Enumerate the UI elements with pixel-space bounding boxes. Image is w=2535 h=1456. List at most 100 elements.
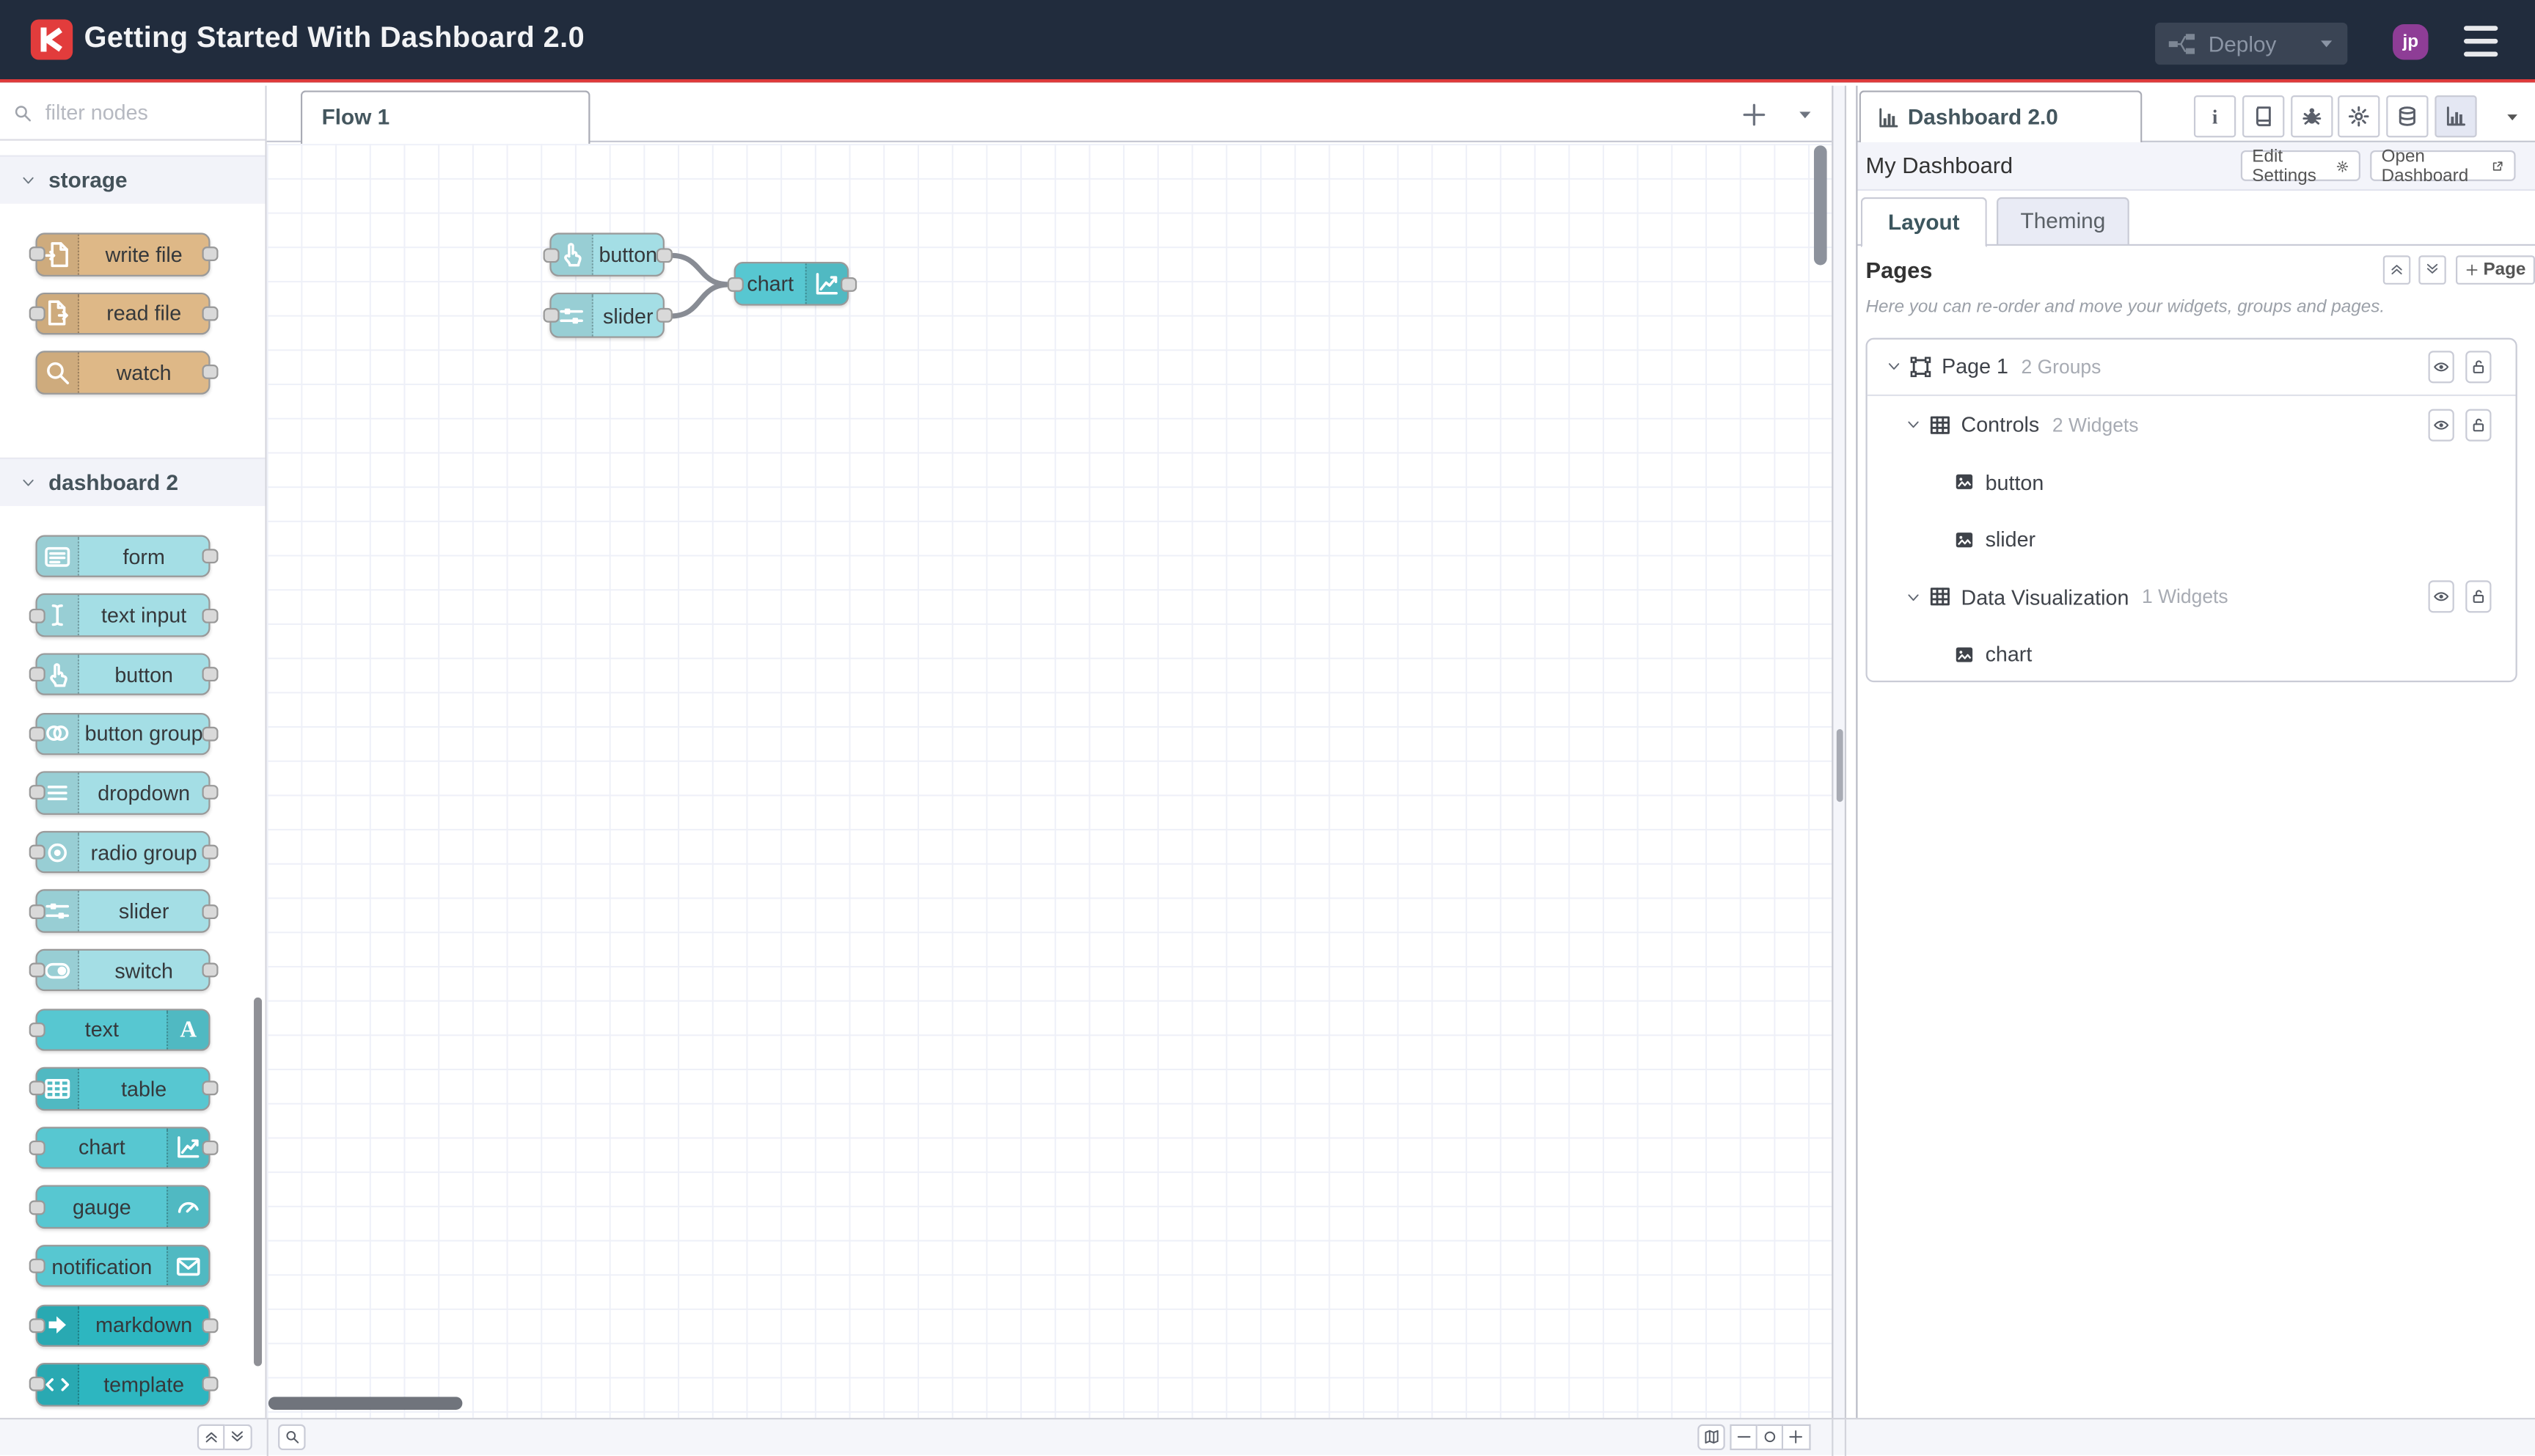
navigator-button[interactable] — [1697, 1423, 1725, 1451]
input-port[interactable] — [28, 785, 45, 800]
output-port[interactable] — [201, 844, 218, 860]
edit-settings-button[interactable]: Edit Settings — [2240, 146, 2360, 185]
node-chart[interactable]: chart — [28, 1126, 218, 1170]
palette-category-storage[interactable]: storage — [0, 155, 266, 204]
tree-row-Data-Visualization[interactable]: Data Visualization 1 Widgets — [1868, 568, 2516, 626]
sidebar-tool-book-icon[interactable] — [2242, 95, 2284, 138]
node-button[interactable]: button — [28, 653, 218, 696]
sidebar-menu-caret-icon[interactable] — [2504, 109, 2520, 124]
node-markdown[interactable]: markdown — [28, 1303, 218, 1347]
sidebar-tab-dashboard[interactable]: Dashboard 2.0 — [1859, 89, 2143, 144]
lock-toggle-button[interactable] — [2465, 580, 2492, 613]
chevron-down-icon[interactable] — [1906, 590, 1921, 604]
sidebar-tool-info-icon[interactable]: i — [2193, 95, 2236, 138]
tab-theming[interactable]: Theming — [1997, 196, 2129, 245]
output-port[interactable] — [201, 1081, 218, 1097]
tab-layout[interactable]: Layout — [1860, 196, 1987, 247]
palette-filter-input[interactable] — [42, 98, 252, 126]
node-dropdown[interactable]: dropdown — [28, 771, 218, 815]
tree-row-chart[interactable]: chart — [1868, 626, 2516, 680]
palette-collapse-button[interactable] — [197, 1423, 225, 1451]
flow-canvas[interactable]: button slider chart — [266, 143, 1832, 1417]
output-port[interactable] — [201, 365, 218, 380]
move-page-down-button[interactable] — [2418, 255, 2446, 284]
chevron-down-icon[interactable] — [1906, 417, 1921, 432]
deploy-caret-icon[interactable] — [2319, 35, 2335, 51]
chevron-down-icon[interactable] — [1887, 359, 1901, 374]
tree-row-Page-1[interactable]: Page 1 2 Groups — [1867, 339, 2516, 396]
node-radio-group[interactable]: radio group — [28, 830, 218, 874]
visibility-toggle-button[interactable] — [2428, 580, 2454, 613]
palette-expand-button[interactable] — [224, 1423, 252, 1451]
input-port[interactable] — [28, 904, 45, 919]
input-port[interactable] — [28, 962, 45, 978]
zoom-in-button[interactable] — [1783, 1423, 1810, 1451]
canvas-vertical-scrollbar[interactable] — [1813, 144, 1827, 265]
node-notification[interactable]: notification — [28, 1244, 211, 1288]
deploy-button[interactable]: Deploy — [2155, 22, 2348, 65]
input-port[interactable] — [28, 1377, 45, 1392]
output-port[interactable] — [201, 726, 218, 742]
tree-row-Controls[interactable]: Controls 2 Widgets — [1868, 396, 2516, 453]
node-text-input[interactable]: text input — [28, 593, 218, 637]
sidebar-tool-bug-icon[interactable] — [2290, 95, 2333, 138]
input-port[interactable] — [542, 247, 559, 263]
input-port[interactable] — [726, 276, 743, 291]
node-chart[interactable]: chart — [726, 262, 857, 306]
canvas-horizontal-scrollbar[interactable] — [268, 1396, 463, 1410]
flow-tab[interactable]: Flow 1 — [300, 89, 590, 144]
output-port[interactable] — [655, 247, 672, 263]
sidebar-tool-layers-icon[interactable] — [2386, 95, 2429, 138]
output-port[interactable] — [201, 306, 218, 321]
lock-toggle-button[interactable] — [2465, 409, 2492, 442]
strip-scrollbar-thumb[interactable] — [1836, 728, 1843, 802]
input-port[interactable] — [28, 844, 45, 860]
output-port[interactable] — [840, 276, 857, 291]
palette-category-dashboard-2[interactable]: dashboard 2 — [0, 457, 266, 506]
output-port[interactable] — [201, 904, 218, 919]
output-port[interactable] — [201, 246, 218, 262]
canvas-search-button[interactable] — [278, 1423, 306, 1451]
input-port[interactable] — [28, 1199, 45, 1215]
move-page-up-button[interactable] — [2382, 255, 2411, 284]
visibility-toggle-button[interactable] — [2428, 409, 2454, 442]
output-port[interactable] — [201, 1377, 218, 1392]
input-port[interactable] — [28, 246, 45, 262]
input-port[interactable] — [28, 306, 45, 321]
output-port[interactable] — [201, 1140, 218, 1155]
output-port[interactable] — [201, 667, 218, 682]
node-watch[interactable]: watch — [35, 351, 218, 395]
input-port[interactable] — [28, 608, 45, 623]
node-slider[interactable]: slider — [542, 292, 672, 338]
sidebar-tool-gear-icon[interactable] — [2338, 95, 2381, 138]
node-text[interactable]: Atext — [28, 1008, 211, 1051]
node-gauge[interactable]: gauge — [28, 1185, 211, 1229]
input-port[interactable] — [28, 1317, 45, 1333]
output-port[interactable] — [201, 1317, 218, 1333]
zoom-reset-button[interactable] — [1756, 1423, 1784, 1451]
tree-row-button[interactable]: button — [1868, 453, 2516, 511]
output-port[interactable] — [655, 307, 672, 323]
open-dashboard-button[interactable]: Open Dashboard — [2370, 146, 2516, 185]
flow-list-button[interactable] — [1796, 106, 1814, 122]
output-port[interactable] — [201, 962, 218, 978]
input-port[interactable] — [28, 667, 45, 682]
node-button[interactable]: button — [542, 233, 672, 277]
user-avatar[interactable]: jp — [2393, 23, 2429, 59]
node-form[interactable]: form — [35, 535, 218, 578]
node-switch[interactable]: switch — [28, 948, 218, 992]
input-port[interactable] — [28, 1081, 45, 1097]
input-port[interactable] — [28, 726, 45, 742]
node-template[interactable]: template — [28, 1363, 218, 1406]
add-flow-button[interactable] — [1741, 101, 1767, 127]
node-button-group[interactable]: button group — [28, 712, 218, 756]
add-page-button[interactable]: Page — [2455, 255, 2535, 284]
input-port[interactable] — [542, 307, 559, 323]
node-slider[interactable]: slider — [28, 890, 218, 933]
input-port[interactable] — [28, 1259, 45, 1274]
node-write-file[interactable]: write file — [28, 233, 218, 276]
lock-toggle-button[interactable] — [2465, 350, 2492, 383]
zoom-out-button[interactable] — [1730, 1423, 1757, 1451]
input-port[interactable] — [28, 1140, 45, 1155]
palette-scrollbar[interactable] — [252, 997, 263, 1367]
